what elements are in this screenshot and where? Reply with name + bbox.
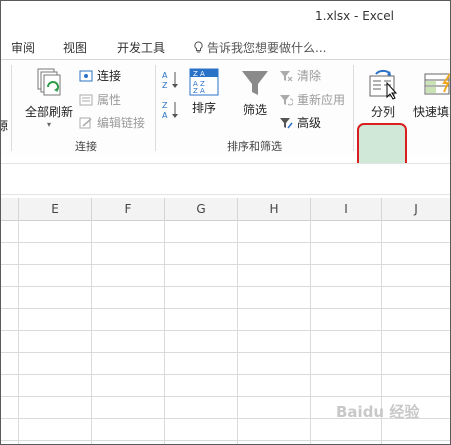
tell-me-box[interactable]: 告诉我您想要做什么... <box>193 39 326 56</box>
flash-fill-button[interactable]: 快速填充 <box>409 68 450 120</box>
advanced-filter-icon <box>280 117 293 128</box>
clear-label: 清除 <box>297 69 322 83</box>
grid-line <box>164 220 165 444</box>
text-to-columns-button[interactable]: 分列 <box>363 68 403 120</box>
grid-line <box>237 220 238 444</box>
ribbon: 源 全部刷新 ▾ 连接 属性 编辑链接 连接 <box>1 60 450 194</box>
grid-line <box>1 352 450 353</box>
grid-line <box>1 264 450 265</box>
excel-window: 1.xlsx - Excel 审阅 视图 开发工具 告诉我您想要做什么... 源… <box>0 0 451 445</box>
group-label-connections: 连接 <box>75 140 97 153</box>
filter-funnel-icon <box>242 71 268 95</box>
tell-me-text: 告诉我您想要做什么... <box>207 41 327 55</box>
properties-label: 属性 <box>97 93 122 107</box>
group-separator <box>11 65 12 151</box>
column-header[interactable]: F <box>92 198 165 221</box>
column-header[interactable]: J <box>382 198 450 221</box>
grid-line <box>1 374 450 375</box>
refresh-all-icon <box>37 68 61 96</box>
group-separator <box>155 65 156 151</box>
clipped-label: 源 <box>1 117 8 134</box>
sort-ascending-button[interactable]: AZ <box>161 70 181 93</box>
filter-label: 筛选 <box>242 103 267 117</box>
svg-text:Z A: Z A <box>193 70 205 78</box>
sort-button[interactable]: Z A A Z Z A 排序 <box>187 68 221 116</box>
column-header-partial[interactable] <box>1 198 19 221</box>
svg-text:Z: Z <box>162 81 168 90</box>
column-header[interactable]: G <box>165 198 238 221</box>
text-to-columns-icon <box>369 69 398 100</box>
sort-descending-button[interactable]: ZA <box>161 100 181 123</box>
reapply-button[interactable]: 重新应用 <box>279 91 345 108</box>
connections-label: 连接 <box>97 69 122 83</box>
text-to-columns-label: 分列 <box>370 105 395 119</box>
tab-review[interactable]: 审阅 <box>11 39 35 56</box>
window-title: 1.xlsx - Excel <box>315 9 394 23</box>
sort-za-icon: ZA <box>162 101 178 120</box>
grid-line <box>91 220 92 444</box>
group-separator <box>353 65 354 151</box>
grid-line <box>1 242 450 243</box>
connections-button[interactable]: 连接 <box>79 67 121 84</box>
lightbulb-icon <box>194 41 203 53</box>
column-header[interactable]: H <box>238 198 311 221</box>
svg-text:Z A: Z A <box>193 87 205 95</box>
formula-bar[interactable] <box>1 163 450 195</box>
sort-az-icon: AZ <box>162 71 178 90</box>
group-label-sort-filter: 排序和筛选 <box>227 140 282 153</box>
grid-line <box>1 286 450 287</box>
grid-line <box>18 220 19 444</box>
grid-line <box>1 308 450 309</box>
flash-fill-icon <box>424 73 450 95</box>
edit-links-button[interactable]: 编辑链接 <box>79 114 145 131</box>
title-bar: 1.xlsx - Excel <box>1 1 450 31</box>
watermark: Baidu 经验 <box>336 403 420 421</box>
properties-button[interactable]: 属性 <box>79 91 121 108</box>
svg-text:A: A <box>162 71 168 80</box>
grid-line <box>1 396 450 397</box>
refresh-all-label: 全部刷新 <box>24 105 73 119</box>
svg-text:A: A <box>162 111 168 120</box>
filter-button[interactable]: 筛选 <box>237 68 273 118</box>
chevron-down-icon: ▾ <box>46 120 51 129</box>
advanced-label: 高级 <box>297 116 322 130</box>
edit-links-icon <box>79 117 92 128</box>
properties-icon <box>79 94 93 105</box>
edit-links-label: 编辑链接 <box>97 116 146 130</box>
tab-developer[interactable]: 开发工具 <box>117 39 165 56</box>
flash-fill-label: 快速填充 <box>412 105 450 119</box>
reapply-icon <box>280 94 293 105</box>
refresh-all-button[interactable]: 全部刷新 ▾ <box>21 66 77 129</box>
clear-filter-button[interactable]: 清除 <box>279 67 321 84</box>
sort-icon: Z A A Z Z A <box>189 68 219 96</box>
grid-line <box>1 440 450 441</box>
sort-label: 排序 <box>191 101 216 115</box>
column-header[interactable]: I <box>311 198 382 221</box>
svg-text:Z: Z <box>162 101 168 110</box>
tab-view[interactable]: 视图 <box>63 39 87 56</box>
column-header[interactable]: E <box>19 198 92 221</box>
grid-line <box>1 330 450 331</box>
advanced-filter-button[interactable]: 高级 <box>279 114 321 131</box>
reapply-label: 重新应用 <box>297 93 346 107</box>
grid-line <box>310 220 311 444</box>
clear-filter-icon <box>280 70 293 81</box>
ribbon-tabs: 审阅 视图 开发工具 告诉我您想要做什么... <box>1 31 450 60</box>
connections-icon <box>79 70 93 81</box>
